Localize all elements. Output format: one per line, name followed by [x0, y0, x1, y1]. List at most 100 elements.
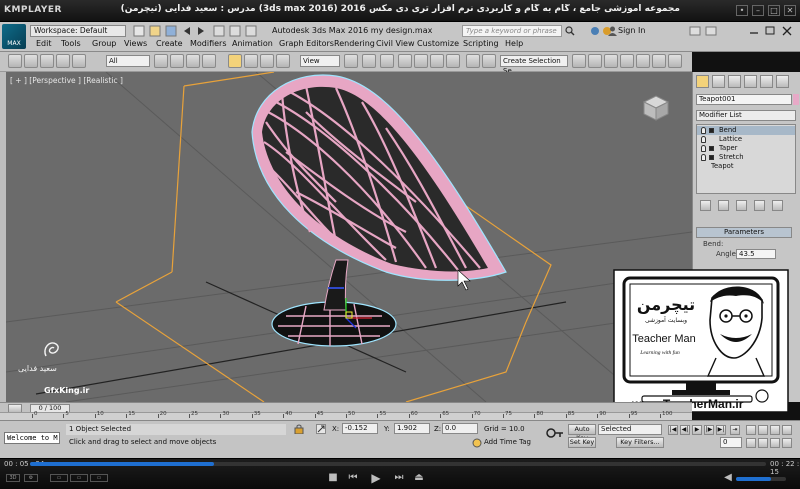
unlink-icon[interactable] [56, 54, 70, 68]
select-object-icon[interactable] [154, 54, 168, 68]
edit-named-selection-icon[interactable] [466, 54, 480, 68]
rectangular-selection-icon[interactable] [186, 54, 200, 68]
set-key-icon[interactable] [546, 427, 564, 439]
pin-stack-icon[interactable] [700, 200, 711, 211]
window-crossing-icon[interactable] [202, 54, 216, 68]
subtitle-badge-icon[interactable]: ▭ [90, 474, 108, 482]
user-icon[interactable] [608, 26, 617, 36]
named-selection-set-dropdown[interactable]: Create Selection Se [500, 55, 568, 75]
pan-icon[interactable] [746, 425, 756, 435]
orbit-icon[interactable] [758, 425, 768, 435]
volume-slider[interactable] [736, 477, 786, 481]
previous-frame-icon[interactable]: ◀| [680, 425, 690, 435]
minimize-icon[interactable]: – [752, 5, 764, 16]
menu-group[interactable]: Group [92, 39, 116, 48]
undo-icon[interactable] [8, 54, 22, 68]
menu-graph-editors[interactable]: Graph Editors [279, 39, 334, 48]
select-manipulate-icon[interactable] [362, 54, 376, 68]
go-to-start-icon[interactable]: |◀ [668, 425, 678, 435]
modifier-list-dropdown[interactable]: Modifier List [696, 110, 796, 121]
application-button[interactable]: MAX [2, 24, 26, 49]
render-setup-icon[interactable] [652, 54, 666, 68]
play-pause-icon[interactable]: ▶ [368, 472, 384, 484]
show-end-result-icon[interactable] [718, 200, 729, 211]
keyboard-shortcut-icon[interactable] [380, 54, 394, 68]
zoom-icon[interactable] [758, 438, 768, 448]
previous-icon[interactable]: ⏮ [346, 472, 360, 484]
expand-icon[interactable] [709, 128, 714, 133]
maxscript-listener[interactable]: Welcome to M [4, 432, 60, 444]
close-icon[interactable]: ✕ [784, 5, 796, 16]
menu-scripting[interactable]: Scripting [463, 39, 499, 48]
reference-coordinate-dropdown[interactable]: View [300, 55, 340, 67]
search-icon[interactable] [565, 26, 575, 36]
maximize-viewport-icon[interactable] [782, 438, 792, 448]
go-to-end-icon[interactable]: ▶| [716, 425, 726, 435]
mirror-icon[interactable] [482, 54, 496, 68]
make-unique-icon[interactable] [736, 200, 747, 211]
lightbulb-icon[interactable] [701, 154, 706, 161]
set-key-button[interactable]: Set Key [568, 437, 596, 448]
object-name-field[interactable]: Teapot001 [696, 94, 792, 105]
angle-spinner[interactable]: 43.5 [736, 249, 776, 259]
help-icon[interactable] [590, 26, 611, 36]
lightbulb-icon[interactable] [701, 127, 706, 134]
select-by-name-icon[interactable] [170, 54, 184, 68]
current-frame-field[interactable]: 0 [720, 437, 742, 448]
menu-modifiers[interactable]: Modifiers [190, 39, 227, 48]
search-input[interactable]: Type a keyword or phrase [462, 25, 562, 37]
menu-tools[interactable]: Tools [61, 39, 81, 48]
lock-icon[interactable] [294, 424, 304, 435]
stack-item-teapot[interactable]: Teapot [697, 162, 795, 171]
sign-in-link[interactable]: Sign In [618, 26, 645, 35]
select-and-rotate-icon[interactable] [244, 54, 258, 68]
volume-icon[interactable]: ◀ [722, 472, 734, 484]
settings-icon[interactable]: ⚙ [24, 474, 38, 482]
expand-icon[interactable] [709, 155, 714, 160]
workspace-dropdown[interactable]: Workspace: Default [30, 25, 126, 37]
key-mode-toggle-icon[interactable]: ⇥ [730, 425, 740, 435]
menu-civil-view[interactable]: Civil View [376, 39, 415, 48]
video-badge-icon[interactable]: ▭ [70, 474, 88, 482]
angle-snap-icon[interactable] [414, 54, 428, 68]
modify-tab-icon[interactable] [712, 75, 725, 88]
play-icon[interactable]: ▶ [692, 425, 702, 435]
menu-help[interactable]: Help [505, 39, 523, 48]
motion-tab-icon[interactable] [744, 75, 757, 88]
zoom-all-icon[interactable] [770, 438, 780, 448]
spinner-snap-icon[interactable] [446, 54, 460, 68]
pin-icon[interactable]: • [736, 5, 748, 16]
percent-snap-icon[interactable] [430, 54, 444, 68]
display-tab-icon[interactable] [760, 75, 773, 88]
menu-rendering[interactable]: Rendering [334, 39, 375, 48]
scene-explorer-icon[interactable] [604, 54, 618, 68]
y-coordinate-field[interactable]: 1.902 [394, 423, 430, 434]
menu-create[interactable]: Create [156, 39, 183, 48]
selection-set-dropdown[interactable]: Selected [598, 424, 662, 435]
curve-editor-icon[interactable] [620, 54, 634, 68]
player-logo[interactable]: KMPLAYER [4, 5, 62, 15]
viewcube-icon[interactable] [642, 95, 670, 121]
time-configuration-icon[interactable] [746, 438, 756, 448]
bind-space-warp-icon[interactable] [72, 54, 86, 68]
absolute-mode-icon[interactable] [316, 424, 326, 434]
parameters-rollout[interactable]: Parameters [696, 227, 792, 238]
stack-item-taper[interactable]: Taper [697, 144, 795, 153]
select-and-place-icon[interactable] [276, 54, 290, 68]
selection-filter-dropdown[interactable]: All [106, 55, 150, 67]
open-file-icon[interactable]: ⏏ [412, 472, 426, 484]
layer-explorer-icon[interactable] [588, 54, 602, 68]
stack-item-lattice[interactable]: Lattice [697, 135, 795, 144]
stack-item-stretch[interactable]: Stretch [697, 153, 795, 162]
audio-badge-icon[interactable]: ▭ [50, 474, 68, 482]
next-frame-icon[interactable]: |▶ [704, 425, 714, 435]
expand-icon[interactable] [709, 146, 714, 151]
add-time-tag-button[interactable]: Add Time Tag [484, 438, 531, 446]
pivot-center-icon[interactable] [344, 54, 358, 68]
render-frame-icon[interactable] [668, 54, 682, 68]
remove-modifier-icon[interactable] [754, 200, 765, 211]
time-tag-icon[interactable] [472, 438, 482, 448]
3d-mode-icon[interactable]: 3D [6, 474, 20, 482]
configure-modifier-sets-icon[interactable] [772, 200, 783, 211]
object-color-swatch[interactable] [793, 94, 799, 105]
